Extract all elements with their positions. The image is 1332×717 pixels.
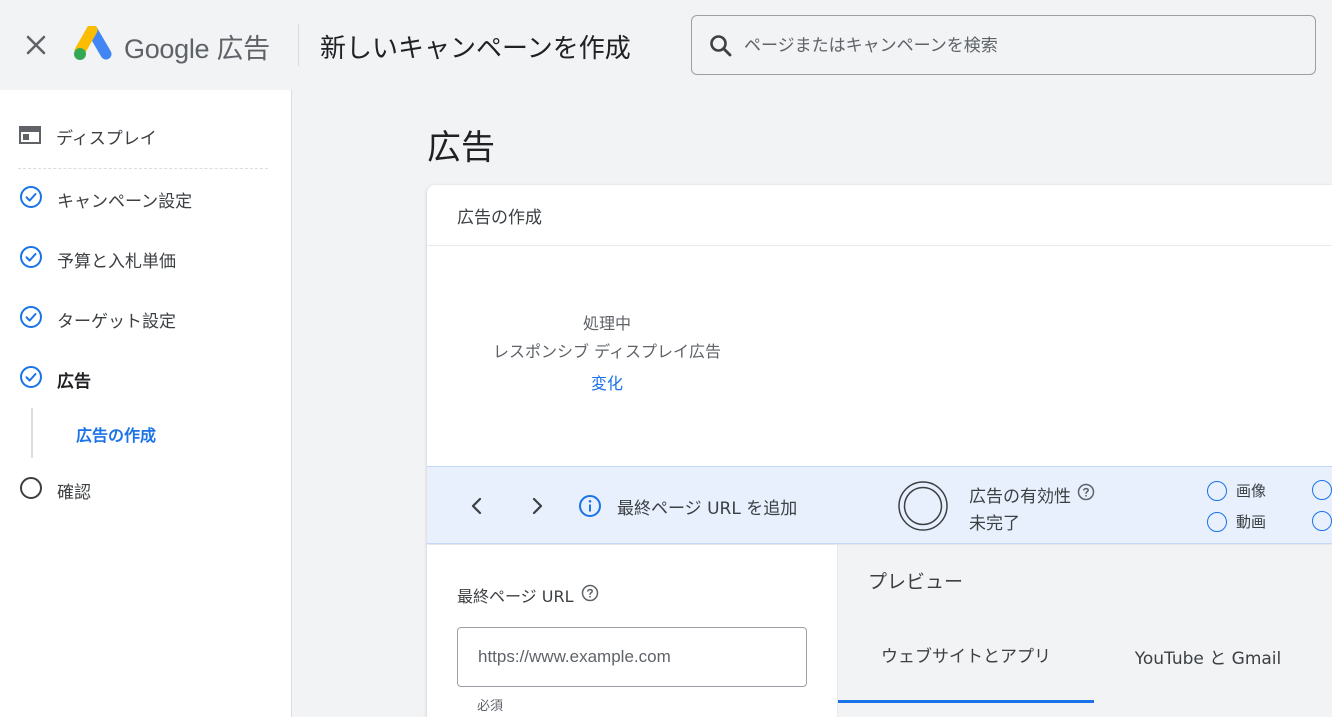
empty-circle-icon (1207, 511, 1227, 532)
help-icon[interactable] (1077, 483, 1095, 506)
final-url-label: 最終ページ URL (457, 583, 599, 607)
sidebar-item-label: ターゲット設定 (57, 311, 176, 332)
required-hint: 必須 (477, 699, 504, 714)
search-input[interactable] (744, 30, 1284, 62)
close-icon[interactable] (20, 29, 52, 61)
checklist-label: 画像 (1236, 482, 1267, 500)
google-ads-logo (72, 24, 112, 62)
status-message: 最終ページ URL を追加 (617, 499, 798, 519)
ad-status-bar: 最終ページ URL を追加 広告の有効性 未完了 画像 動画 (427, 466, 1332, 544)
sidebar-item-label: 広告 (57, 371, 91, 392)
ad-strength-title: 広告の有効性 (969, 487, 1071, 507)
help-icon[interactable] (581, 584, 599, 606)
sidebar-divider (18, 168, 268, 169)
ad-strength-value: 未完了 (969, 514, 1020, 534)
empty-circle-icon (1312, 480, 1332, 500)
empty-circle-icon (19, 476, 43, 504)
section-title: 広告 (427, 128, 495, 168)
sidebar-item-label: キャンペーン設定 (57, 191, 193, 212)
check-circle-icon (19, 305, 43, 333)
preview-title: プレビュー (868, 571, 964, 593)
create-ad-card: 広告の作成 処理中 レスポンシブ ディスプレイ広告 変化 最終ページ URL を… (427, 185, 1332, 717)
display-icon (18, 125, 42, 149)
empty-circle-icon (1312, 511, 1332, 531)
sidebar: ディスプレイ キャンペーン設定 予算と入札単価 ターゲット設定 広告 広告の作成… (0, 90, 292, 717)
sidebar-item-label: 確認 (57, 482, 91, 503)
sidebar-item-ads[interactable]: 広告 (19, 365, 91, 393)
info-icon (578, 494, 602, 518)
sidebar-item-targeting[interactable]: ターゲット設定 (19, 305, 176, 333)
sidebar-item-review[interactable]: 確認 (19, 476, 91, 504)
empty-circle-icon (1207, 480, 1227, 501)
checklist-item-partial (1312, 511, 1332, 531)
ad-strength-ring (897, 480, 949, 532)
card-title: 広告の作成 (457, 208, 542, 228)
ad-type-label: レスポンシブ ディスプレイ広告 (493, 342, 721, 361)
check-circle-icon (19, 185, 43, 213)
chevron-right-icon[interactable] (522, 491, 552, 521)
check-circle-icon (19, 245, 43, 273)
page-title: 新しいキャンペーンを作成 (320, 34, 631, 64)
brand-name: Google 広告 (124, 34, 270, 64)
checklist-item-images: 画像 (1207, 480, 1266, 501)
search-box[interactable] (691, 15, 1316, 75)
sidebar-item-campaign-settings[interactable]: キャンペーン設定 (19, 185, 192, 213)
chevron-left-icon[interactable] (462, 491, 492, 521)
final-url-label-text: 最終ページ URL (457, 587, 574, 606)
ad-form-panel: 最終ページ URL 必須 (427, 545, 838, 717)
checklist-item-partial (1312, 480, 1332, 500)
sidebar-item-label: 予算と入札単価 (57, 251, 176, 272)
processing-status: 処理中 (582, 314, 631, 333)
sub-nav-line (31, 408, 33, 458)
ad-strength-label: 広告の有効性 (969, 482, 1095, 507)
sidebar-item-budget-bidding[interactable]: 予算と入札単価 (19, 245, 176, 273)
header-divider (298, 24, 299, 66)
search-icon (708, 33, 734, 59)
sidebar-subitem-create-ad[interactable]: 広告の作成 (76, 422, 156, 446)
sidebar-item-display: ディスプレイ (18, 124, 157, 149)
final-url-input[interactable] (457, 627, 807, 687)
ad-type-summary: 処理中 レスポンシブ ディスプレイ広告 変化 (457, 312, 757, 400)
tab-youtube-gmail[interactable]: YouTube と Gmail (1094, 609, 1322, 703)
card-header: 広告の作成 (427, 185, 1332, 246)
change-link[interactable]: 変化 (457, 368, 757, 400)
checklist-label: 動画 (1236, 513, 1267, 531)
preview-panel: プレビュー ウェブサイトとアプリ YouTube と Gmail (838, 545, 1332, 717)
check-circle-icon (19, 365, 43, 393)
sidebar-item-label: ディスプレイ (56, 129, 157, 149)
top-app-bar: Google 広告 新しいキャンペーンを作成 (0, 0, 1332, 90)
checklist-item-videos: 動画 (1207, 511, 1266, 532)
tab-websites-apps[interactable]: ウェブサイトとアプリ (838, 609, 1094, 703)
